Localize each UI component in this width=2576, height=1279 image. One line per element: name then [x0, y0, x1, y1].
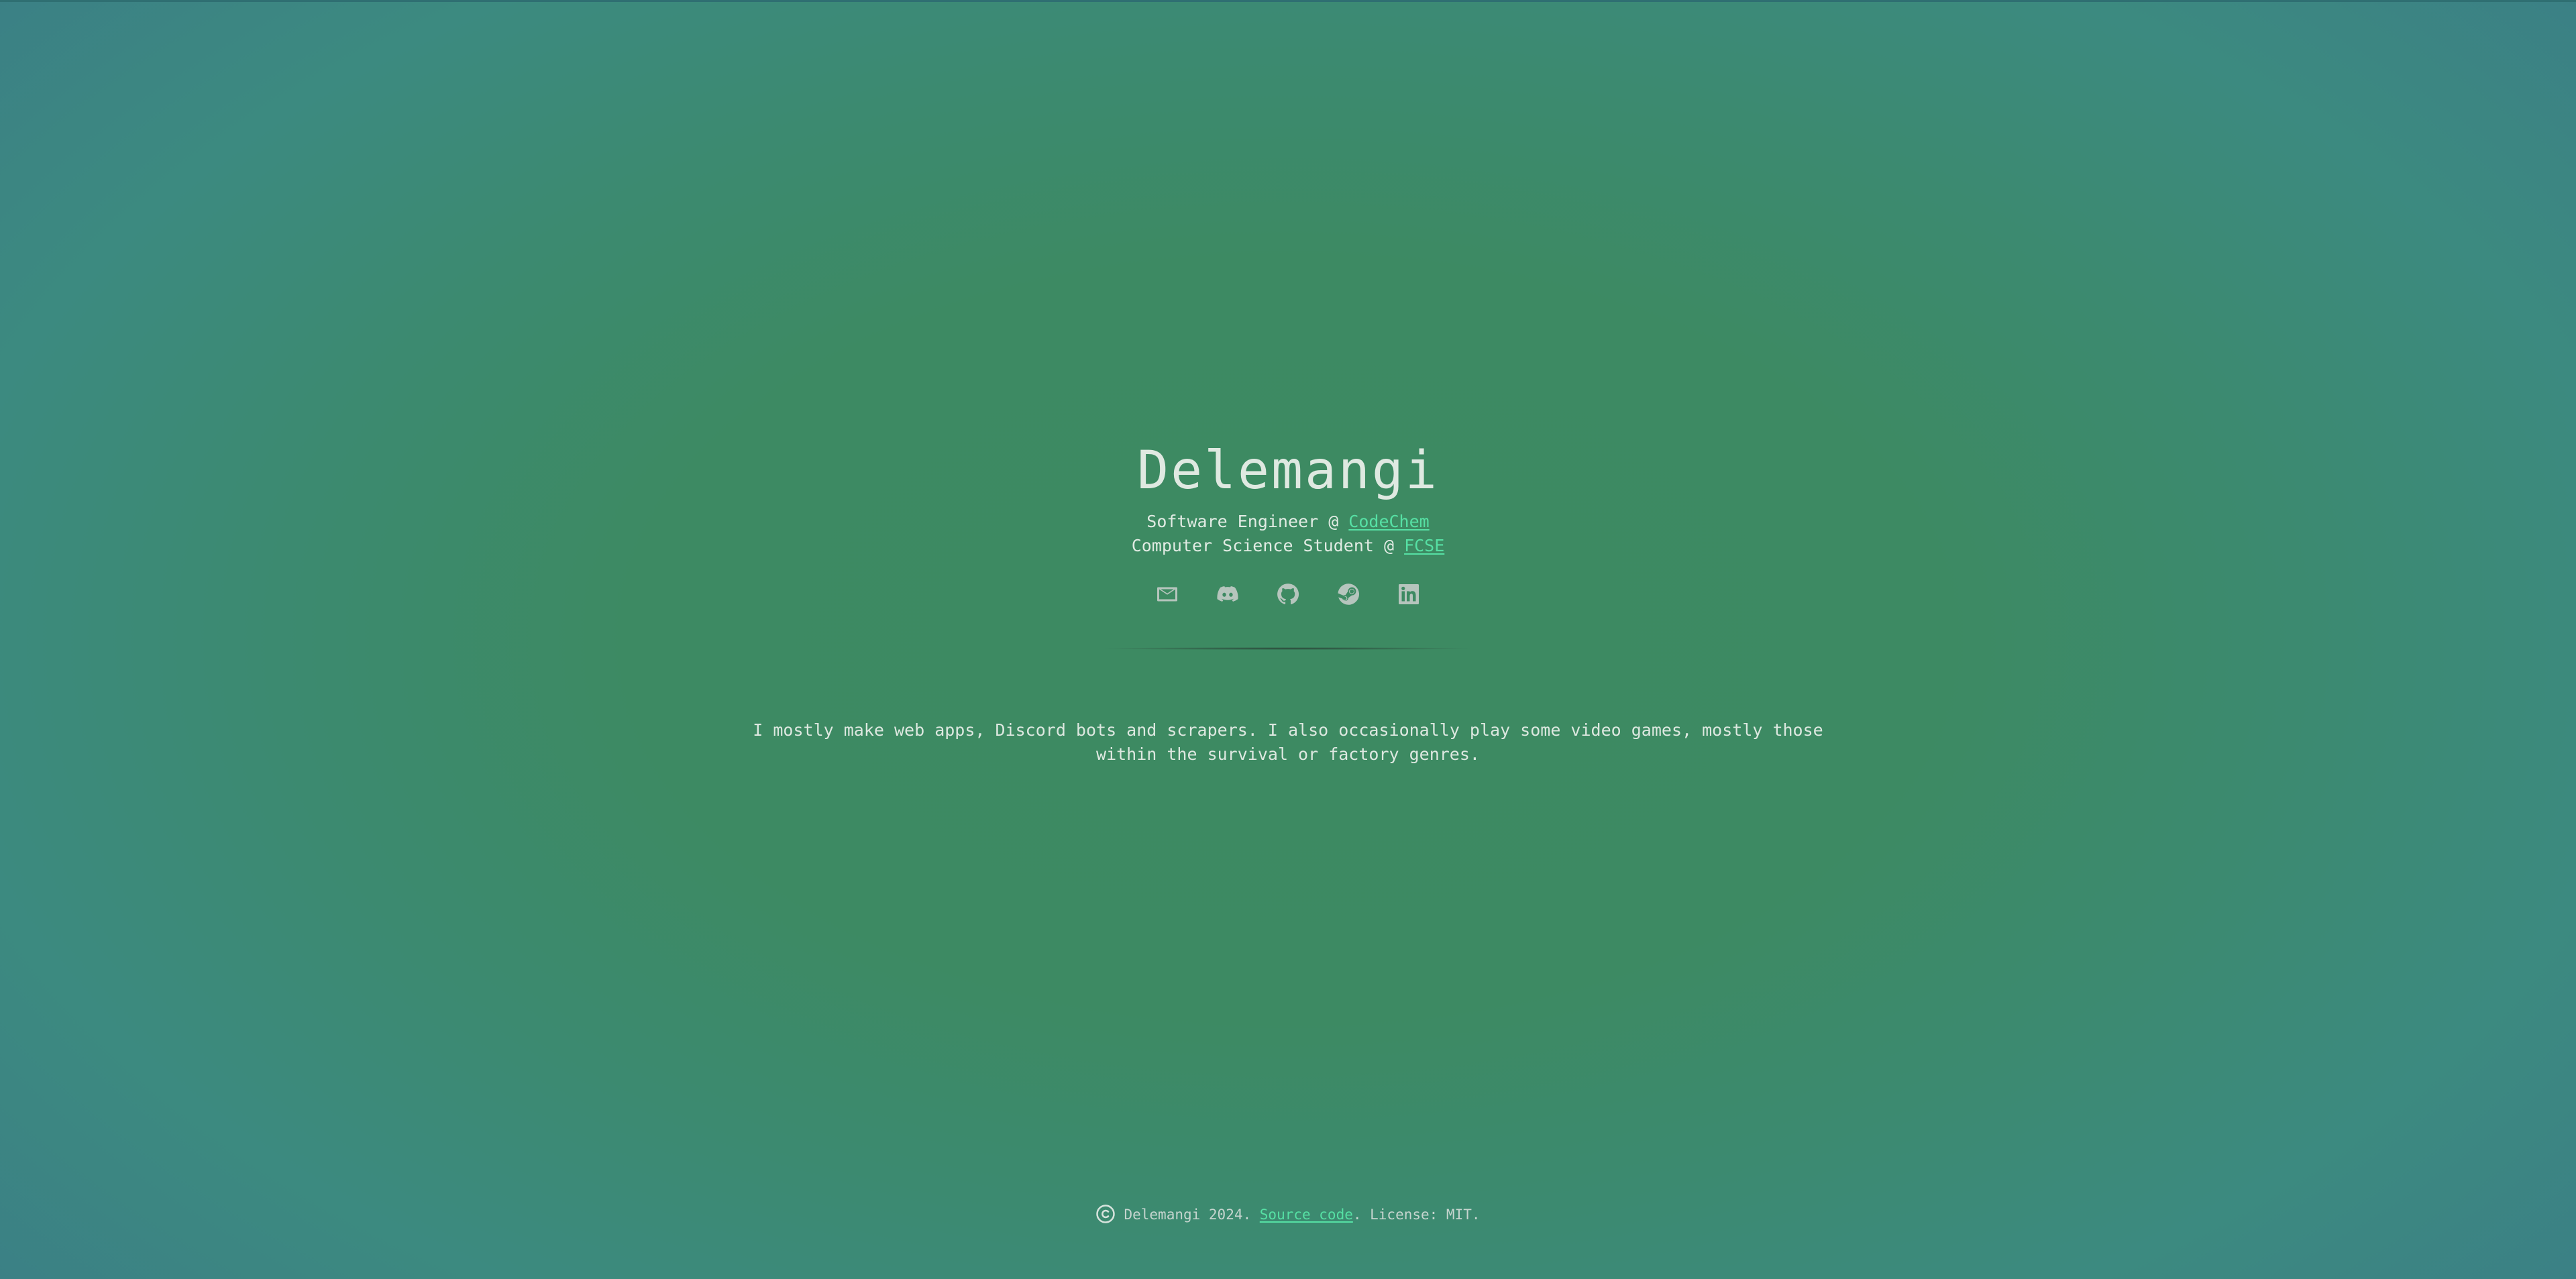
- footer-text-after: . License: MIT.: [1352, 1207, 1481, 1223]
- role-line-job: Software Engineer @ CodeChem: [0, 510, 2576, 534]
- footer-text-before: Delemangi 2024.: [1124, 1207, 1260, 1223]
- role-line-study: Computer Science Student @ FCSE: [0, 534, 2576, 558]
- source-code-link[interactable]: Source code: [1260, 1207, 1353, 1223]
- role-line-study-text: Computer Science Student @: [1131, 536, 1405, 555]
- footer: Delemangi 2024. Source code. License: MI…: [0, 1204, 2576, 1224]
- steam-icon[interactable]: [1335, 581, 1362, 608]
- hero-section: Delemangi Software Engineer @ CodeChem C…: [0, 436, 2576, 608]
- github-icon[interactable]: [1275, 581, 1301, 608]
- discord-icon[interactable]: [1214, 581, 1241, 608]
- codechem-link[interactable]: CodeChem: [1348, 512, 1429, 531]
- linkedin-icon[interactable]: [1395, 581, 1422, 608]
- role-line-job-text: Software Engineer @: [1146, 512, 1349, 531]
- fcse-link[interactable]: FCSE: [1404, 536, 1444, 555]
- page-title: Delemangi: [1137, 441, 1439, 501]
- copyright-icon: [1095, 1204, 1116, 1224]
- bio-text: I mostly make web apps, Discord bots and…: [753, 720, 1823, 764]
- top-edge: [0, 0, 2576, 2]
- social-links: [0, 581, 2576, 608]
- mail-icon[interactable]: [1154, 581, 1181, 608]
- section-divider: [1100, 647, 1476, 650]
